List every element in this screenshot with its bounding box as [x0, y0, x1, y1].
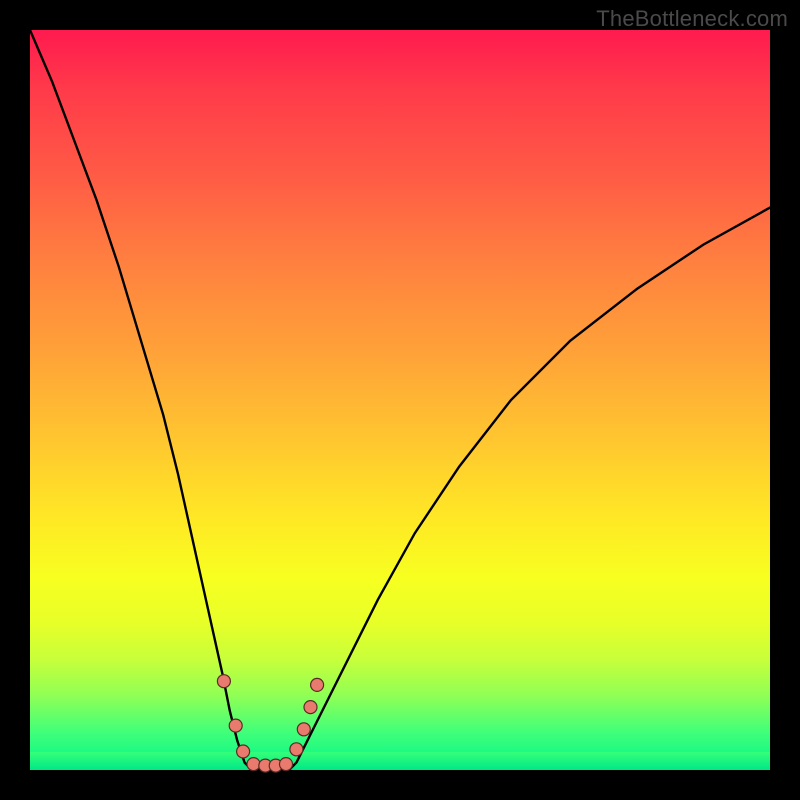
attribution-label: TheBottleneck.com: [596, 6, 788, 32]
curve-layer: [30, 30, 770, 770]
data-point: [304, 701, 317, 714]
data-point: [311, 678, 324, 691]
data-point: [280, 758, 293, 771]
plot-area: [30, 30, 770, 770]
data-point: [229, 719, 242, 732]
curve-left_curve: [30, 30, 252, 770]
chart-frame: TheBottleneck.com: [0, 0, 800, 800]
data-point: [247, 758, 260, 771]
data-point: [290, 743, 303, 756]
data-point: [237, 745, 250, 758]
curve-right_curve: [289, 208, 770, 770]
data-point: [297, 723, 310, 736]
data-point: [217, 675, 230, 688]
